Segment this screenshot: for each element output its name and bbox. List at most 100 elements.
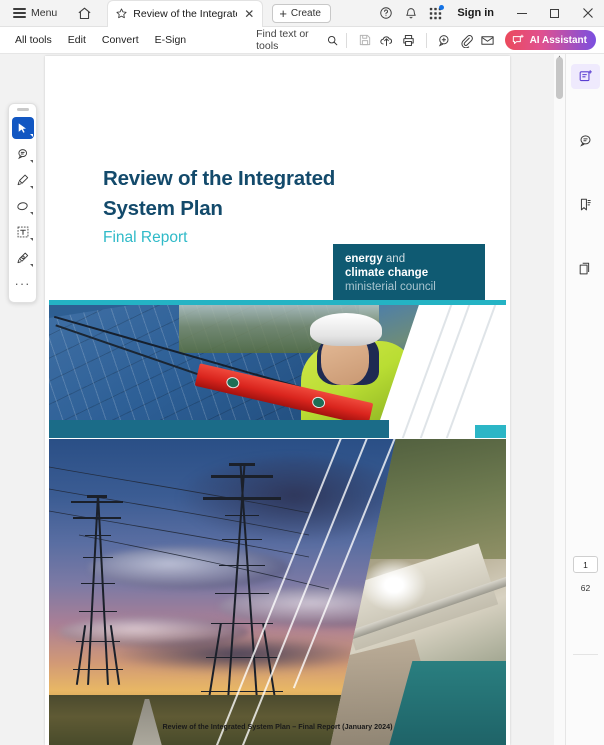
worker-hard-hat [310, 313, 382, 346]
notifications-button[interactable] [398, 0, 423, 27]
find-input[interactable]: Find text or tools [256, 28, 320, 52]
comment-tool[interactable] [12, 143, 34, 165]
select-cursor-tool[interactable] [11, 117, 34, 139]
logo-line1-bold: energy [345, 253, 383, 265]
page-title-line2: System Plan [103, 197, 223, 220]
upload-cloud-icon [379, 33, 394, 48]
print-icon [401, 33, 416, 48]
page-title-line1: Review of the Integrated [103, 167, 336, 190]
level-vial-1 [225, 375, 241, 390]
toolbar-divider [346, 32, 348, 48]
logo-line2: climate change [345, 267, 429, 279]
page-thumbnails-button[interactable] [566, 255, 604, 282]
comments-panel-icon [578, 133, 593, 148]
attachment-button[interactable] [455, 27, 477, 54]
toolbar-item-all-tools[interactable]: All tools [7, 31, 60, 49]
toolbar-menu-group: All tools Edit Convert E-Sign [7, 31, 194, 49]
close-icon [582, 7, 594, 19]
scrollbar-thumb[interactable] [556, 57, 563, 99]
ministerial-council-logo: energy and climate change ministerial co… [333, 244, 485, 300]
photo-bottom-accent [475, 425, 506, 438]
pdf-page[interactable]: Review of the Integrated System Plan Fin… [45, 56, 510, 745]
document-tab[interactable]: Review of the Integrate... ✕ [107, 0, 264, 27]
sign-in-button[interactable]: Sign in [448, 7, 505, 19]
save-icon [358, 33, 372, 47]
page-subtitle: Final Report [103, 229, 188, 246]
ai-assistant-panel-icon [578, 69, 593, 84]
highlight-tool[interactable] [12, 169, 34, 191]
toolbar-item-esign[interactable]: E-Sign [147, 31, 195, 49]
apps-button[interactable] [423, 0, 448, 27]
create-button[interactable]: + Create [272, 3, 331, 23]
draw-oval-tool[interactable] [12, 195, 34, 217]
ai-sparkle-icon [511, 33, 525, 47]
photo-bottom-teal-bar [49, 420, 389, 438]
add-comment-icon [437, 33, 452, 48]
text-box-icon [16, 225, 30, 239]
home-icon [77, 6, 92, 21]
comments-panel-button[interactable] [566, 127, 604, 154]
main-toolbar: All tools Edit Convert E-Sign Find text … [0, 27, 604, 54]
transmission-tower-left [71, 495, 123, 685]
attachment-icon [459, 33, 474, 48]
chevron-down-icon [29, 238, 33, 241]
diagonal-line-3 [438, 305, 504, 438]
transmission-towers-dam-photo [49, 439, 506, 745]
search-icon[interactable] [326, 34, 339, 47]
help-button[interactable] [373, 0, 398, 27]
title-bar-right-group: Sign in [373, 0, 604, 27]
print-button[interactable] [397, 27, 419, 54]
chevron-down-icon [29, 160, 33, 163]
bell-icon [404, 6, 418, 20]
ai-assistant-label: AI Assistant [529, 34, 587, 46]
adobe-acrobat-window: Menu Review of the Integrate... ✕ + Crea… [0, 0, 604, 745]
document-scrollbar[interactable]: ▲ [554, 54, 565, 745]
palette-drag-handle[interactable] [16, 108, 29, 111]
document-workspace: ··· Review of the Integrated System Plan… [0, 54, 604, 745]
apps-badge-dot [439, 4, 445, 10]
maximize-icon [550, 8, 559, 18]
right-rail: 1 62 [565, 54, 604, 745]
stamp-icon [16, 251, 30, 265]
ai-assistant-button[interactable]: AI Assistant [504, 30, 596, 50]
create-button-label: Create [290, 7, 321, 19]
menu-button-label: Menu [31, 7, 58, 19]
ai-assistant-panel-button[interactable] [566, 63, 604, 90]
diagonal-line-2 [412, 305, 478, 438]
toolbar-item-convert[interactable]: Convert [94, 31, 147, 49]
hamburger-icon [13, 8, 26, 18]
minimize-window-button[interactable] [505, 0, 538, 27]
email-button[interactable] [477, 27, 499, 54]
save-button[interactable] [354, 27, 376, 54]
comment-icon [16, 147, 30, 161]
cursor-icon [16, 122, 29, 135]
more-tools-button[interactable]: ··· [12, 273, 34, 295]
toolbar-item-edit[interactable]: Edit [60, 31, 94, 49]
page-thumbnails-icon [578, 261, 593, 276]
menu-button[interactable]: Menu [8, 4, 62, 22]
email-icon [480, 33, 495, 48]
text-box-tool[interactable] [12, 221, 34, 243]
page-footer: Review of the Integrated System Plan – F… [162, 722, 393, 731]
star-icon[interactable] [115, 7, 128, 20]
highlighter-icon [16, 173, 30, 187]
minimize-icon [516, 12, 527, 14]
chevron-down-icon [29, 264, 33, 267]
maximize-window-button[interactable] [538, 0, 571, 27]
total-pages-label: 62 [580, 583, 591, 593]
stamp-tool[interactable] [12, 247, 34, 269]
oval-icon [15, 199, 30, 214]
more-horizontal-icon: ··· [14, 276, 31, 291]
bookmarks-panel-button[interactable] [566, 191, 604, 218]
current-page-input[interactable]: 1 [573, 556, 598, 573]
previous-page-button[interactable] [566, 738, 604, 745]
close-window-button[interactable] [571, 0, 604, 27]
find-box[interactable]: Find text or tools [256, 28, 339, 52]
quick-tools-palette: ··· [8, 103, 37, 303]
close-tab-button[interactable]: ✕ [242, 8, 256, 20]
upload-button[interactable] [376, 27, 398, 54]
plus-icon: + [279, 5, 287, 21]
add-comment-button[interactable] [434, 27, 456, 54]
title-bar: Menu Review of the Integrate... ✕ + Crea… [0, 0, 604, 27]
home-button[interactable] [73, 2, 95, 24]
